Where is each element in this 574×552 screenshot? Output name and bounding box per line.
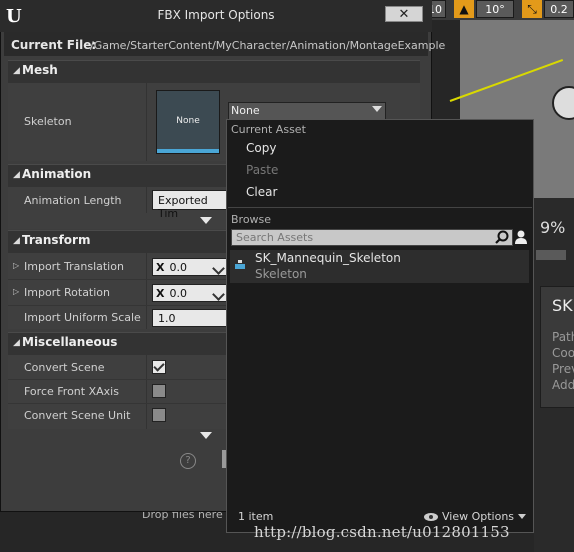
browse-heading: Browse [231, 213, 272, 226]
force-front-xaxis-label: Force Front XAxis [24, 385, 119, 398]
advanced-expand-icon[interactable] [200, 432, 214, 440]
transform-section-title: Transform [22, 233, 91, 247]
x-axis-label: X [156, 261, 165, 274]
column-divider[interactable] [146, 83, 147, 161]
skeleton-thumbnail-text: None [176, 116, 200, 126]
menu-item-copy[interactable]: Copy [246, 141, 276, 155]
advanced-expand-icon[interactable] [200, 217, 214, 225]
skeleton-picker-menu [226, 119, 534, 533]
asset-tooltip-line: Add [552, 378, 574, 392]
menu-item-clear[interactable]: Clear [246, 185, 277, 199]
chevron-down-icon [518, 514, 527, 519]
asset-type: Skeleton [255, 267, 307, 281]
current-file-label: Current File: [11, 38, 97, 52]
import-rotation-x-field[interactable]: X 0.0 [152, 284, 228, 302]
dialog-title: FBX Import Options [157, 8, 275, 22]
asset-tooltip-line: Coo [552, 346, 574, 360]
search-icon[interactable] [495, 230, 509, 244]
current-asset-heading: Current Asset [231, 123, 306, 136]
asset-tooltip-title: SK [552, 296, 573, 315]
progress-bar [536, 250, 566, 260]
animation-length-select[interactable]: Exported Tim [152, 190, 228, 220]
animation-length-label: Animation Length [24, 194, 122, 207]
skeleton-label: Skeleton [24, 115, 72, 128]
item-count: 1 item [238, 510, 274, 523]
skeleton-combo-value: None [231, 104, 260, 117]
import-rotation-x-value: 0.0 [169, 287, 187, 300]
scale-snap-value[interactable]: 0.2 [544, 0, 574, 18]
column-divider[interactable] [146, 187, 147, 213]
collapse-arrow-icon[interactable]: ◢ [13, 66, 20, 76]
asset-tooltip-line: Prev [552, 362, 574, 376]
user-filter-icon[interactable] [514, 229, 528, 245]
x-axis-label: X [156, 287, 165, 300]
import-rotation-label: Import Rotation [24, 286, 111, 299]
misc-section-title: Miscellaneous [22, 335, 118, 349]
convert-scene-checkbox[interactable] [152, 360, 166, 374]
collapse-arrow-icon[interactable]: ◢ [13, 236, 20, 246]
expand-arrow-icon[interactable]: ▷ [13, 287, 19, 296]
scale-snap-icon[interactable]: ⤡ [522, 0, 542, 18]
collapse-arrow-icon[interactable]: ◢ [13, 170, 20, 180]
rotation-snap-icon[interactable]: ▲ [454, 0, 474, 18]
current-file-path: /Game/StarterContent/MyCharacter/Animati… [90, 39, 446, 52]
watermark-text: http://blog.csdn.net/u012801153 [254, 523, 510, 541]
mesh-section-title: Mesh [22, 63, 58, 77]
mesh-section-header[interactable] [8, 60, 420, 83]
import-translation-x-field[interactable]: X 0.0 [152, 258, 228, 276]
spin-icon[interactable] [212, 288, 225, 301]
force-front-xaxis-checkbox[interactable] [152, 384, 166, 398]
import-uniform-scale-field[interactable]: 1.0 [152, 309, 228, 327]
asset-name: SK_Mannequin_Skeleton [255, 251, 401, 265]
convert-scene-unit-label: Convert Scene Unit [24, 409, 131, 422]
import-translation-label: Import Translation [24, 260, 124, 273]
spin-icon[interactable] [212, 262, 225, 275]
convert-scene-unit-checkbox[interactable] [152, 408, 166, 422]
checkmark-icon [153, 360, 165, 372]
asset-tooltip-line: Path [552, 330, 574, 344]
search-assets-input[interactable]: Search Assets [231, 229, 513, 246]
rotation-snap-value[interactable]: 10° [476, 0, 514, 18]
eye-icon [424, 512, 438, 521]
import-translation-x-value: 0.0 [169, 261, 187, 274]
import-uniform-scale-label: Import Uniform Scale [24, 311, 141, 324]
convert-scene-label: Convert Scene [24, 361, 105, 374]
animation-section-title: Animation [22, 167, 92, 181]
skeleton-asset-icon [235, 260, 245, 269]
column-divider[interactable] [146, 253, 147, 329]
chevron-down-icon[interactable] [372, 106, 382, 112]
skeleton-thumbnail-bar [157, 149, 219, 153]
column-divider[interactable] [146, 355, 147, 429]
expand-arrow-icon[interactable]: ▷ [13, 261, 19, 270]
menu-item-paste[interactable]: Paste [246, 163, 278, 177]
view-options-button[interactable]: View Options [424, 510, 527, 523]
collapse-arrow-icon[interactable]: ◢ [13, 338, 20, 348]
close-button[interactable]: ✕ [385, 6, 423, 22]
help-icon[interactable]: ? [180, 453, 196, 469]
progress-percent: 9% [540, 218, 566, 237]
menu-divider [228, 207, 532, 208]
view-options-label: View Options [442, 510, 515, 523]
